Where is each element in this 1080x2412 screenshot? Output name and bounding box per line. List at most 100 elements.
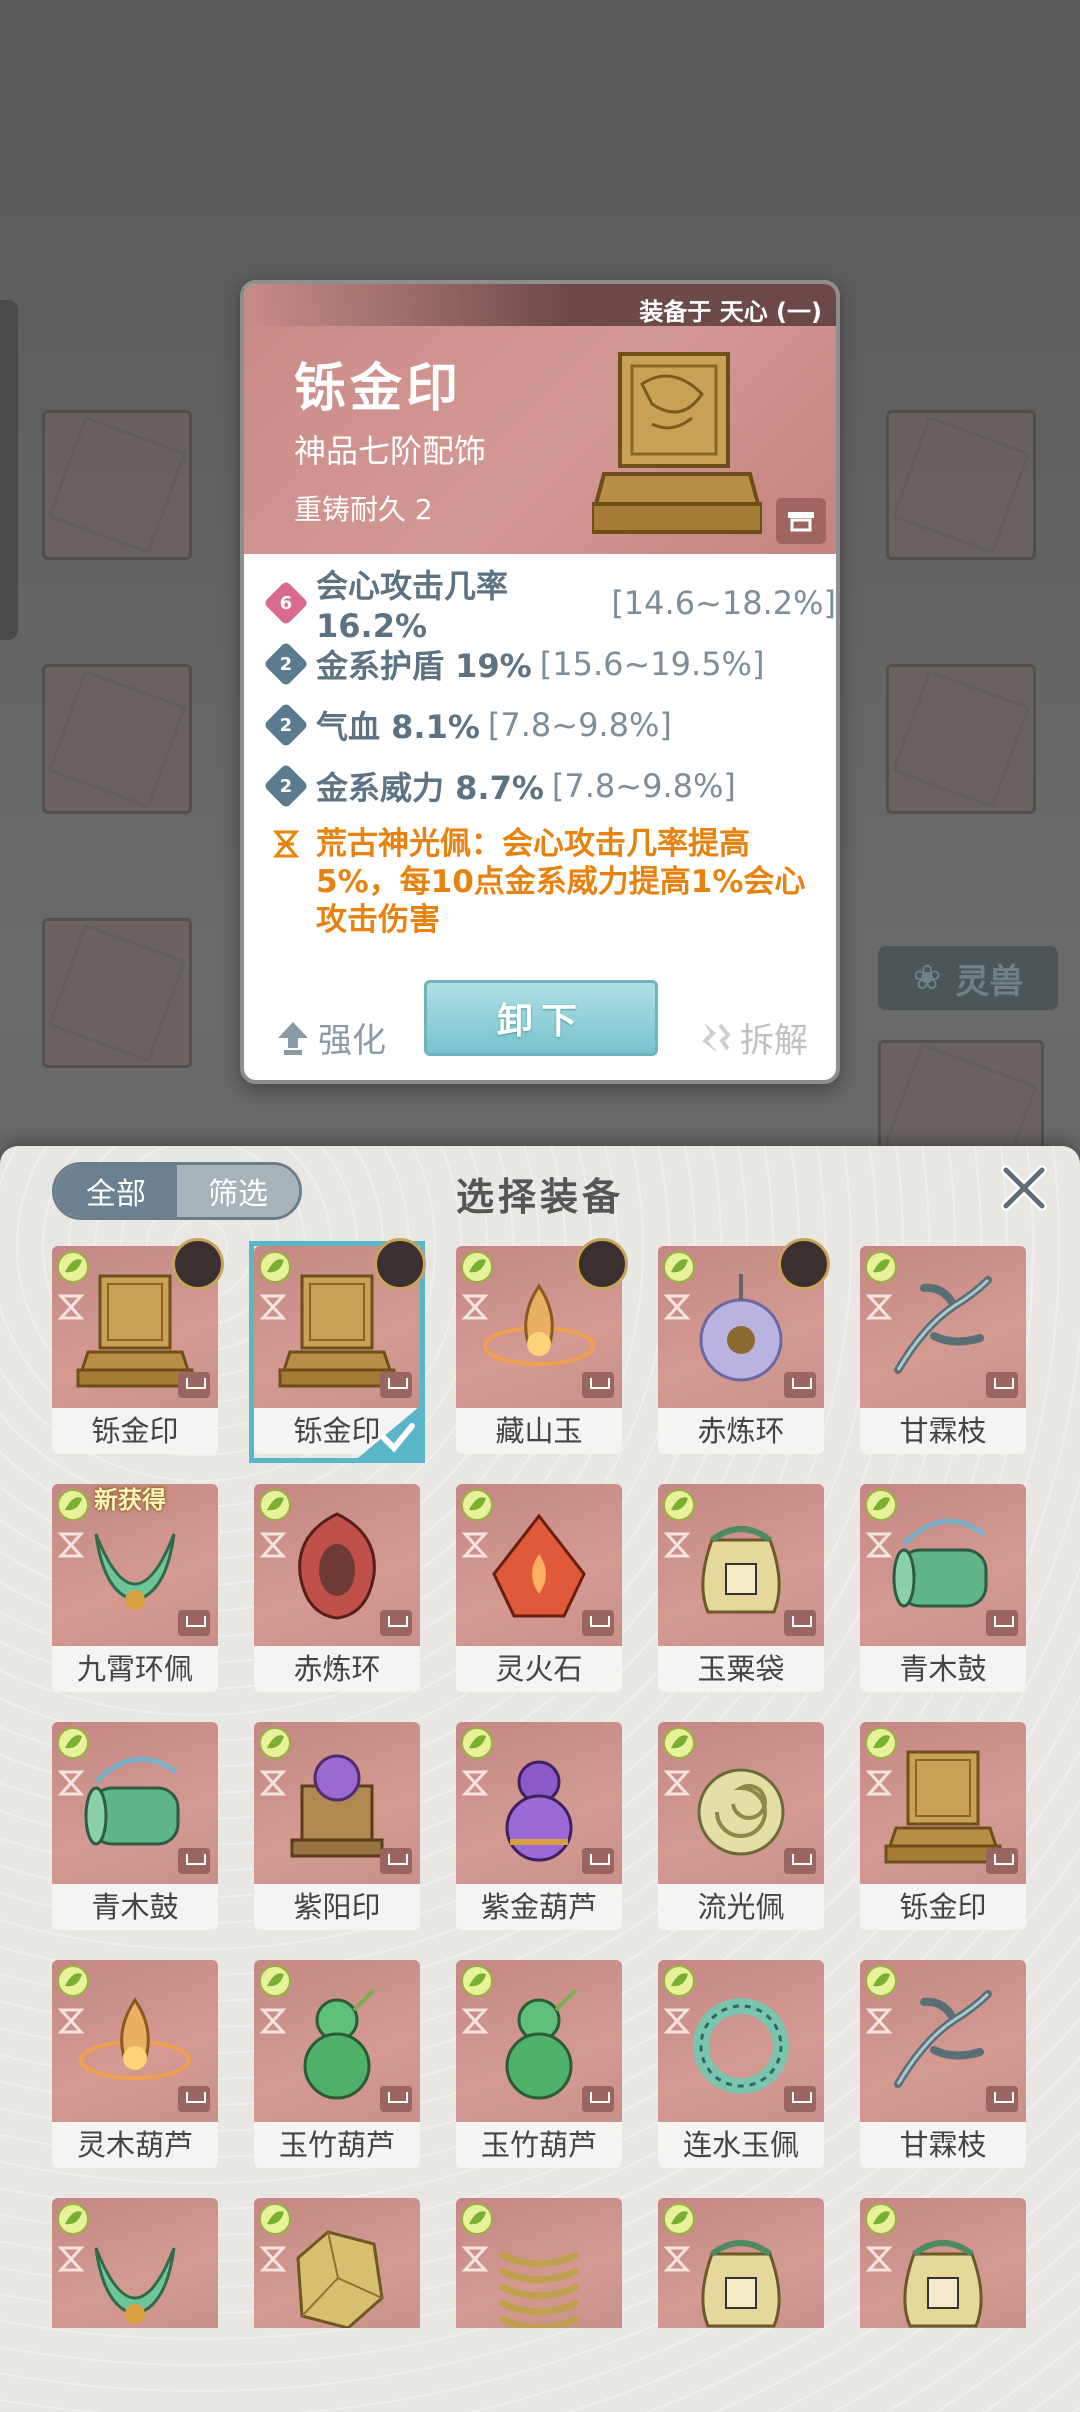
equipment-name: 赤炼环 [658, 1408, 824, 1454]
equipment-slot[interactable] [860, 2198, 1026, 2328]
equipment-slot[interactable]: 玉粟袋 [658, 1484, 824, 1696]
equipment-image [658, 2198, 824, 2328]
set-mark-icon [865, 1770, 893, 1796]
equipment-slot[interactable]: 玉竹葫芦 [254, 1960, 420, 2172]
stat-level-badge: 6 [263, 579, 309, 626]
equipment-image [456, 1722, 622, 1884]
equipment-slot[interactable] [456, 2198, 622, 2328]
dismantle-button[interactable]: 拆解 [698, 1013, 808, 1062]
fire-stone-art [492, 1513, 586, 1618]
lock-icon [986, 1848, 1018, 1874]
equipment-slot[interactable]: 藏山玉 [456, 1238, 628, 1458]
equipment-slot[interactable]: 连水玉佩 [658, 1960, 824, 2172]
spirit-leaf-icon [865, 1965, 897, 1997]
purple-seal-art [290, 1754, 384, 1858]
equipment-image [860, 1722, 1026, 1884]
stat-row: 6 会心攻击几率 16.2% [14.6~18.2%] [263, 567, 836, 645]
equipment-slot[interactable] [254, 2198, 420, 2328]
reforge-durability: 重铸耐久 2 [294, 493, 433, 526]
lock-icon [582, 2086, 614, 2112]
branch-art [894, 1990, 992, 2088]
lock-button[interactable] [776, 498, 826, 544]
equipment-image [860, 2198, 1026, 2328]
stat-level-badge: 2 [263, 701, 309, 748]
equipment-slot[interactable] [52, 2198, 218, 2328]
equipment-slot[interactable]: 灵火石 [456, 1484, 622, 1696]
equipment-image [860, 1960, 1026, 2122]
equipment-name: 甘霖枝 [860, 1408, 1026, 1454]
set-bonus-text: 荒古神光佩：会心攻击几率提高5%，每10点金系威力提高1%会心攻击伤害 [316, 826, 806, 938]
spirit-leaf-icon [57, 1489, 89, 1521]
lock-icon [784, 1610, 816, 1636]
equipment-slot[interactable]: 赤炼环 [254, 1484, 420, 1696]
spirit-leaf-icon [57, 1727, 89, 1759]
equipment-slot[interactable]: 铄金印 [52, 1238, 224, 1458]
lock-icon [178, 1610, 210, 1636]
equipment-name: 铄金印 [860, 1884, 1026, 1930]
spirit-leaf-icon [865, 1251, 897, 1283]
equipment-name: 铄金印 [52, 1408, 218, 1454]
spirit-leaf-icon [259, 2203, 291, 2235]
equipment-slot[interactable]: 甘霖枝 [860, 1246, 1026, 1458]
owner-avatar [172, 1238, 224, 1290]
stat-row: 2 金系威力 8.7% [7.8~9.8%] [263, 755, 836, 816]
equipment-slot[interactable]: 灵木葫芦 [52, 1960, 218, 2172]
spirit-leaf-icon [663, 1489, 695, 1521]
gold-chunk-art [296, 2230, 384, 2328]
drum-art [84, 1756, 180, 1846]
upgrade-button[interactable]: 强化 [276, 1013, 386, 1062]
lock-icon [380, 1848, 412, 1874]
seal-gold-art [278, 1274, 396, 1388]
equipment-slot[interactable]: 铄金印 [860, 1722, 1026, 1934]
equipment-slot[interactable]: 流光佩 [658, 1722, 824, 1934]
item-name: 铄金印 [294, 359, 463, 419]
close-icon[interactable] [996, 1160, 1052, 1216]
lock-icon [582, 1372, 614, 1398]
spirit-beast-tab: ❀ 灵兽 [878, 946, 1058, 1010]
equipment-slot[interactable]: 铄金印 [249, 1238, 426, 1463]
set-mark-icon [663, 1770, 691, 1796]
lock-icon [784, 2086, 816, 2112]
stat-range: [7.8~9.8%] [551, 766, 736, 805]
equipment-name: 灵火石 [456, 1646, 622, 1692]
seal-gold-art [884, 1750, 1002, 1864]
set-mark-icon [57, 1770, 85, 1796]
equipment-slot[interactable]: 青木鼓 [860, 1484, 1026, 1696]
dismantle-label: 拆解 [740, 1021, 808, 1061]
bag-art [701, 1526, 781, 1614]
spirit-leaf-icon [865, 2203, 897, 2235]
equipment-slot[interactable]: 青木鼓 [52, 1722, 218, 1934]
selected-check-icon [358, 1406, 420, 1458]
equipment-slot[interactable]: 新获得 九霄环佩 [52, 1484, 218, 1696]
drum-art [892, 1518, 988, 1608]
equipment-slot[interactable] [658, 2198, 824, 2328]
equipment-slot[interactable]: 紫阳印 [254, 1722, 420, 1934]
equipment-slot[interactable]: 紫金葫芦 [456, 1722, 622, 1934]
equipment-image [658, 1960, 824, 2122]
gold-seal-image [592, 352, 762, 534]
equipment-slot[interactable]: 甘霖枝 [860, 1960, 1026, 2172]
equipment-image [658, 1722, 824, 1884]
spirit-leaf-icon [865, 1727, 897, 1759]
stats-list: 6 会心攻击几率 16.2% [14.6~18.2%] 2 金系护盾 19% [… [244, 554, 836, 939]
set-mark-icon [865, 1294, 893, 1320]
equipment-slot[interactable]: 玉竹葫芦 [456, 1960, 622, 2172]
spirit-beast-label: 灵兽 [955, 961, 1024, 1002]
background-slot [42, 410, 192, 560]
set-mark-icon [663, 1532, 691, 1558]
set-mark-icon [663, 1294, 691, 1320]
equipment-image [52, 2198, 218, 2328]
select-equipment-panel: 全部 筛选 选择装备 铄金印 铄金印 藏山玉 赤炼环 甘霖枝 新获得 九霄环佩 赤炼环 灵火石玉… [0, 1146, 1080, 2412]
stat-range: [14.6~18.2%] [611, 583, 836, 622]
purple-pendant-art [699, 1274, 783, 1382]
background-slot [886, 410, 1036, 560]
set-mark-icon [57, 1532, 85, 1558]
spirit-leaf-icon [461, 1489, 493, 1521]
set-mark-icon [259, 2008, 287, 2034]
unequip-button[interactable]: 卸下 [424, 980, 658, 1056]
stat-value: 气血 8.1% [316, 707, 480, 746]
set-mark-icon [259, 1294, 287, 1320]
equipment-slot[interactable]: 赤炼环 [658, 1238, 830, 1458]
stat-range: [15.6~19.5%] [539, 644, 765, 683]
spirit-leaf-icon [461, 1727, 493, 1759]
